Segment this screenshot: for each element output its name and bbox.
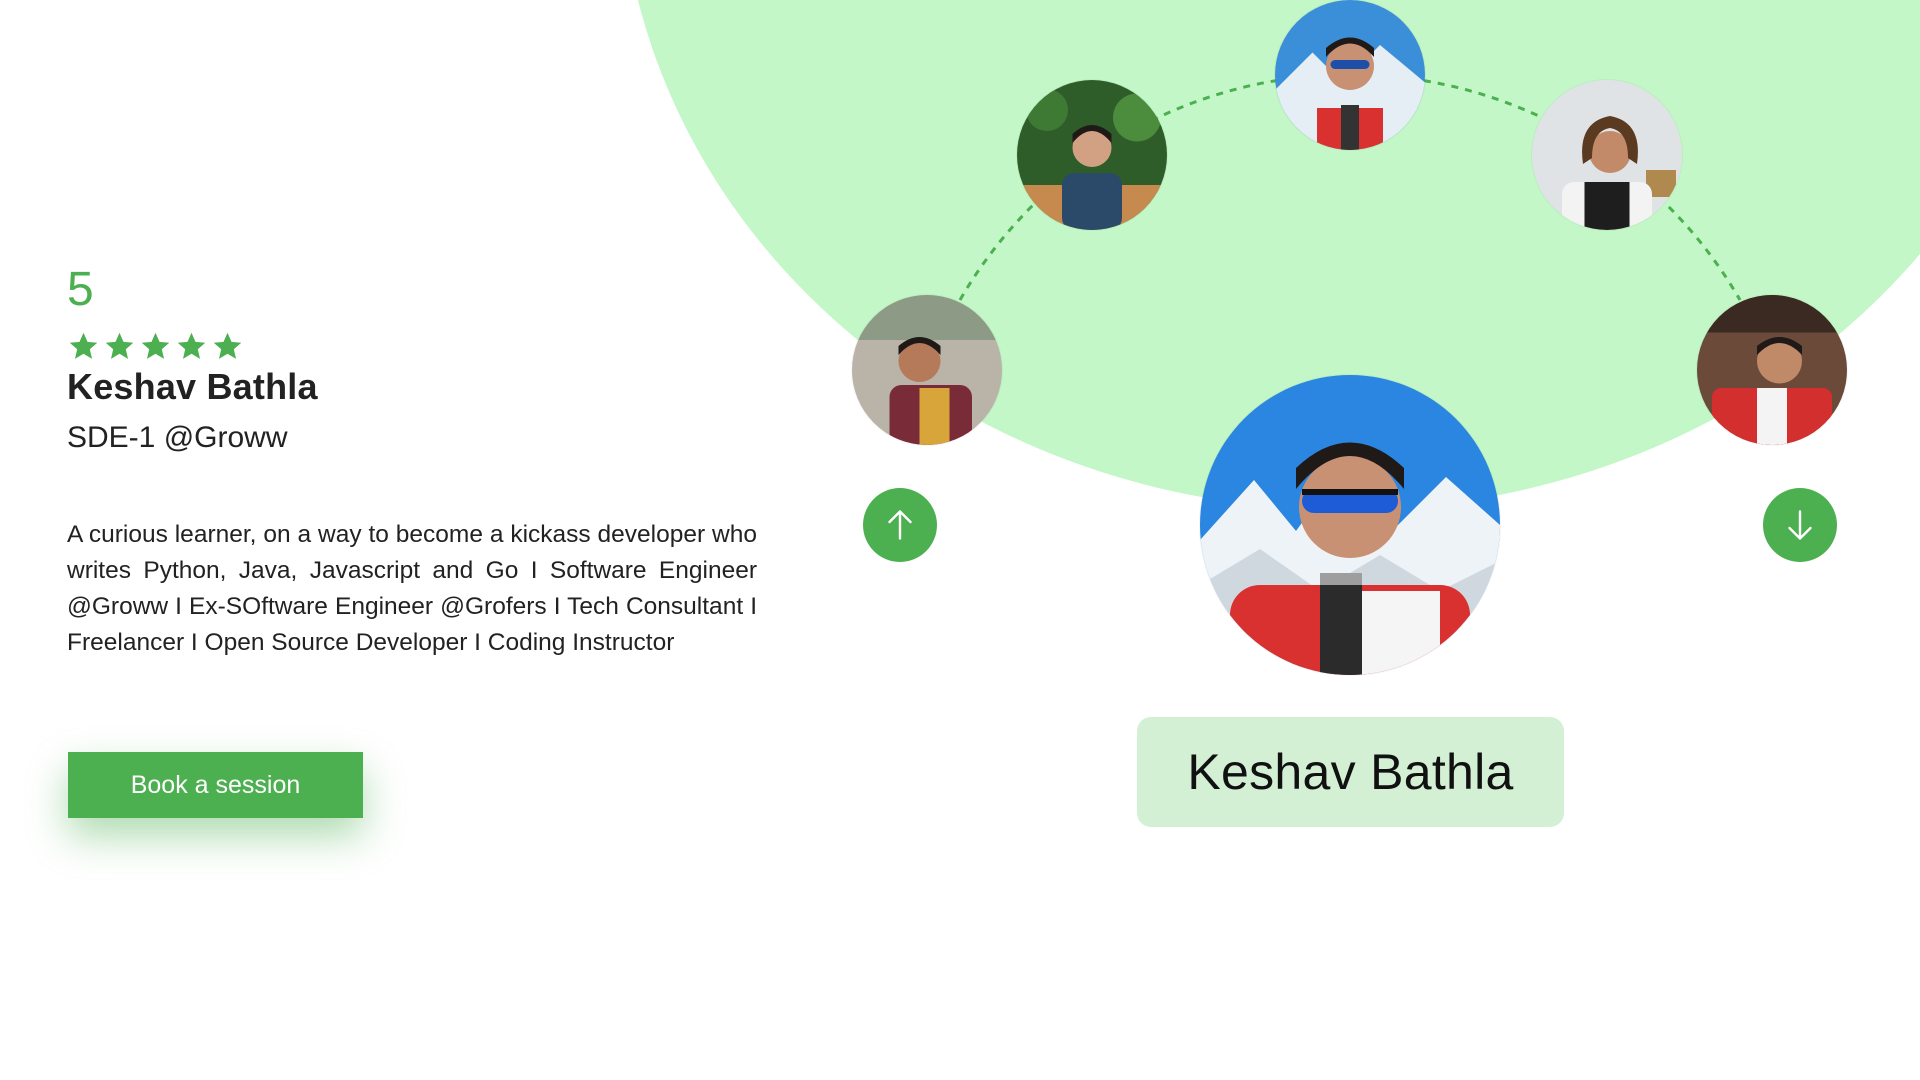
star-icon <box>213 332 242 359</box>
mentor-avatar[interactable] <box>1697 295 1847 445</box>
star-icon <box>141 332 170 359</box>
arrow-down-icon <box>1788 510 1812 540</box>
person-photo-icon <box>1200 375 1500 675</box>
person-photo-icon <box>1697 295 1847 445</box>
mentor-avatar[interactable] <box>1275 0 1425 150</box>
book-session-button[interactable]: Book a session <box>68 752 363 818</box>
rating-value: 5 <box>67 263 94 316</box>
mentor-role: SDE-1 @Groww <box>67 421 288 454</box>
star-icon <box>105 332 134 359</box>
star-rating <box>67 330 244 363</box>
selected-mentor-name-card: Keshav Bathla <box>1137 717 1564 827</box>
previous-mentor-button[interactable] <box>863 488 937 562</box>
mentor-bio: A curious learner, on a way to become a … <box>67 521 757 656</box>
arrow-up-icon <box>888 510 912 540</box>
mentor-avatar[interactable] <box>1532 80 1682 230</box>
star-icon <box>69 332 98 359</box>
mentor-name: Keshav Bathla <box>67 366 318 407</box>
mentor-avatar[interactable] <box>1017 80 1167 230</box>
person-photo-icon <box>852 295 1002 445</box>
person-photo-icon <box>1532 80 1682 230</box>
star-icon <box>177 332 206 359</box>
mentor-carousel-page: Keshav Bathla 5 Keshav Bathla SDE-1 @Gro… <box>0 0 1920 1080</box>
selected-mentor-avatar <box>1200 375 1500 675</box>
next-mentor-button[interactable] <box>1763 488 1837 562</box>
selected-mentor-name: Keshav Bathla <box>1187 744 1514 800</box>
person-photo-icon <box>1017 80 1167 230</box>
mentor-avatar[interactable] <box>852 295 1002 445</box>
person-photo-icon <box>1275 0 1425 150</box>
